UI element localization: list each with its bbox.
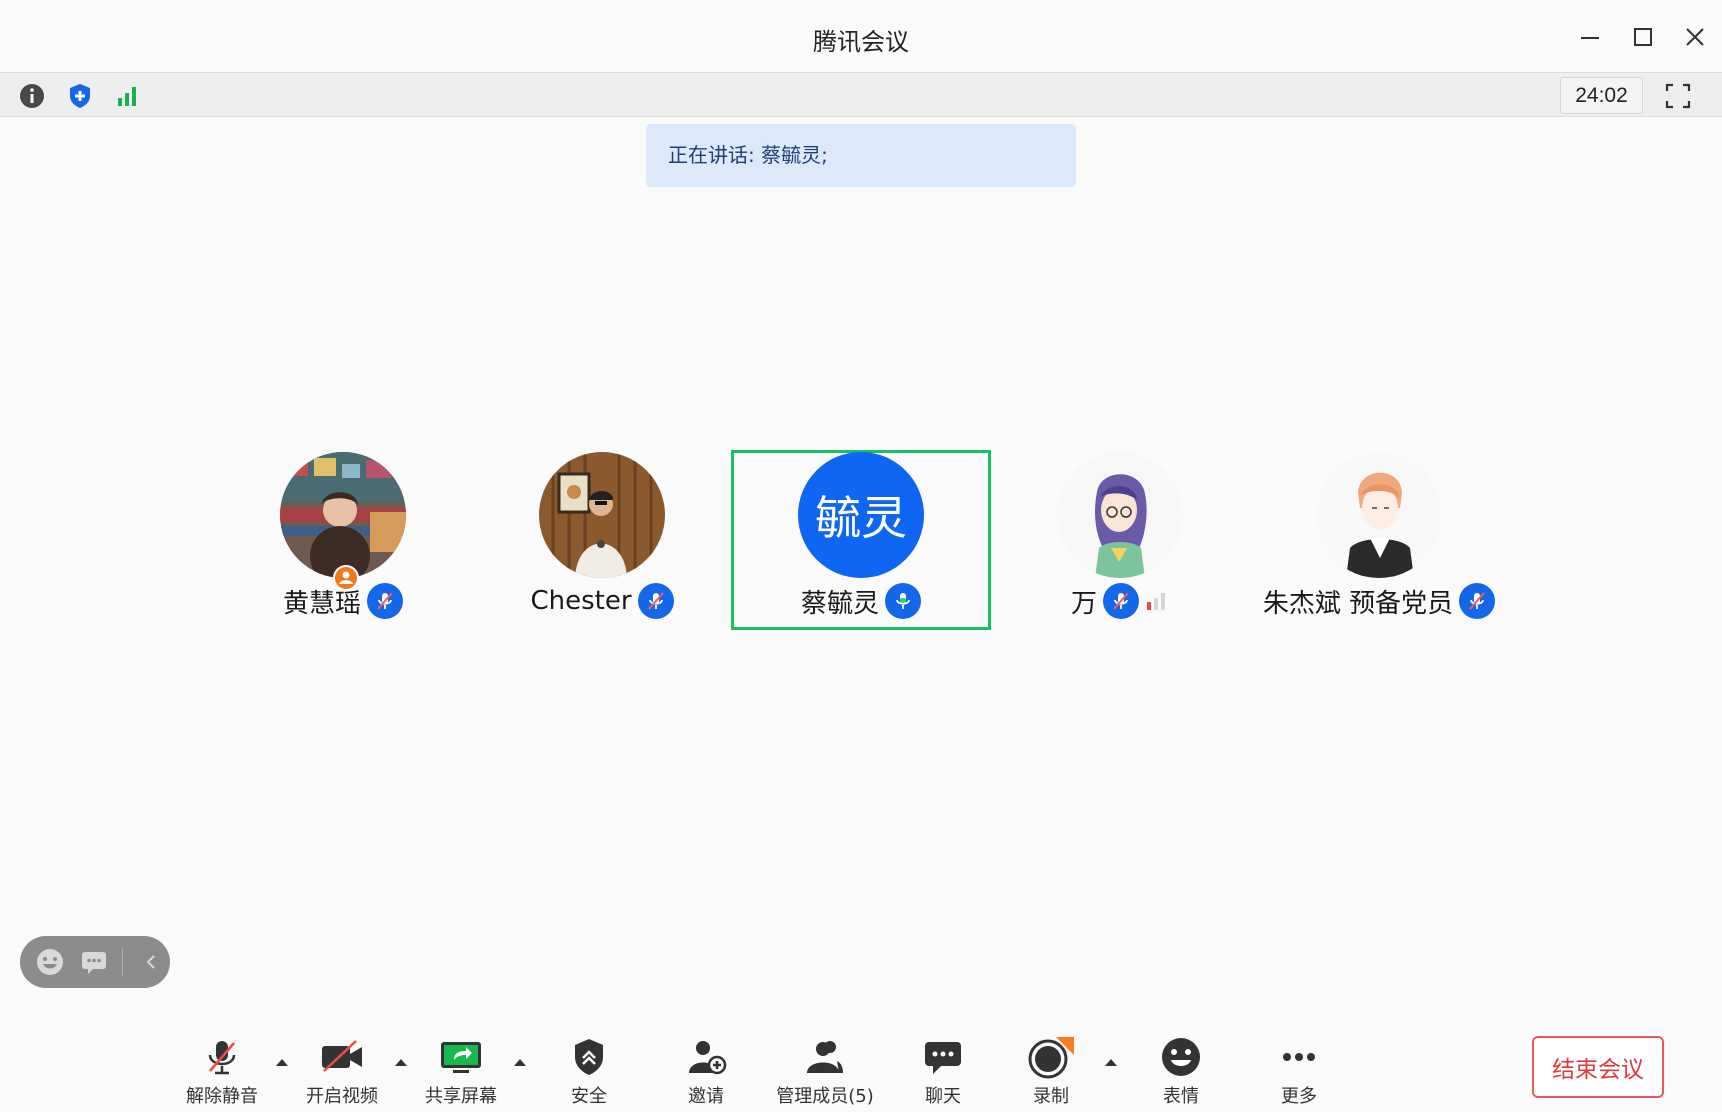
participant-tile-active[interactable]: 毓灵 蔡毓灵	[731, 450, 991, 630]
speaking-indicator: 正在讲话: 蔡毓灵;	[646, 124, 1076, 187]
window-title: 腾讯会议	[813, 28, 909, 56]
mic-muted-icon	[637, 583, 674, 619]
avatar	[1057, 452, 1183, 578]
info-icon	[20, 84, 44, 108]
unmute-button[interactable]: 解除静音	[162, 1034, 282, 1112]
start-video-label: 开启视频	[306, 1086, 378, 1107]
share-options-caret[interactable]	[510, 1054, 530, 1070]
more-button[interactable]: 更多	[1239, 1034, 1359, 1112]
share-screen-button[interactable]: 共享屏幕	[401, 1034, 521, 1112]
start-video-button[interactable]: 开启视频	[282, 1034, 402, 1112]
participant-name: 朱杰斌 预备党员	[1262, 588, 1454, 619]
security-status-button[interactable]	[64, 80, 96, 112]
participant-name: 黄慧瑶	[282, 588, 361, 619]
emoji-button[interactable]: 表情	[1121, 1034, 1241, 1112]
security-button[interactable]: 安全	[529, 1034, 649, 1112]
chevron-left-icon	[146, 955, 155, 969]
share-screen-icon	[441, 1042, 481, 1073]
maximize-button[interactable]	[1628, 22, 1658, 52]
collapse-button[interactable]	[135, 946, 167, 978]
user-photo-icon	[539, 452, 665, 578]
close-button[interactable]	[1680, 22, 1710, 52]
maximize-icon	[1634, 28, 1652, 46]
quick-emoji-button[interactable]	[34, 946, 66, 978]
mic-muted-icon	[367, 583, 403, 619]
shield-icon	[70, 84, 90, 108]
participant-tile[interactable]: 黄慧瑶	[213, 450, 473, 630]
record-options-caret[interactable]	[1101, 1054, 1121, 1070]
mic-off-icon	[208, 1041, 236, 1075]
members-icon	[807, 1041, 843, 1073]
participant-name-row: 万	[990, 580, 1250, 622]
minimize-button[interactable]	[1575, 22, 1605, 52]
participant-name-row: 蔡毓灵	[734, 580, 988, 622]
close-icon	[1686, 28, 1704, 46]
participant-name: 万	[1070, 588, 1097, 619]
chat-bubble-icon	[82, 952, 106, 974]
security-label: 安全	[571, 1086, 607, 1107]
quick-chat-button[interactable]	[78, 946, 110, 978]
manage-members-label: 管理成员(5)	[776, 1086, 874, 1107]
record-icon	[1028, 1037, 1074, 1079]
mic-speaking-icon	[885, 583, 921, 619]
chat-button[interactable]: 聊天	[883, 1034, 1003, 1112]
avatar: 毓灵	[798, 452, 924, 578]
invite-button[interactable]: 邀请	[646, 1034, 766, 1112]
more-dots-icon	[1283, 1053, 1315, 1061]
bottom-toolbar: 解除静音 开启视频 共享屏幕 安全 邀请 管理成员(5) 聊天 录制 表情 更多…	[0, 1020, 1722, 1112]
avatar	[539, 452, 665, 578]
invite-label: 邀请	[688, 1086, 724, 1107]
participant-name: 蔡毓灵	[800, 588, 879, 619]
participant-tile[interactable]: 朱杰斌 预备党员	[1249, 450, 1509, 630]
participant-tile[interactable]: Chester	[472, 450, 732, 630]
record-label: 录制	[1033, 1086, 1069, 1107]
avatar	[1316, 452, 1442, 578]
chat-icon	[925, 1042, 961, 1074]
meeting-info-button[interactable]	[16, 80, 48, 112]
avatar	[280, 452, 406, 578]
unmute-label: 解除静音	[186, 1086, 258, 1107]
shield-icon	[575, 1039, 603, 1075]
fullscreen-icon	[1665, 83, 1691, 109]
user-photo-icon	[1057, 452, 1183, 578]
video-off-icon	[322, 1040, 362, 1072]
chat-label: 聊天	[925, 1086, 961, 1107]
mic-muted-icon	[1459, 583, 1496, 619]
user-photo-icon	[280, 452, 406, 578]
participant-name-row: Chester	[472, 580, 732, 622]
caret-up-icon	[1105, 1059, 1117, 1066]
participant-tile[interactable]: 万	[990, 450, 1250, 630]
add-user-icon	[689, 1041, 727, 1075]
smile-icon	[37, 949, 63, 975]
fullscreen-button[interactable]	[1662, 80, 1694, 112]
emoji-label: 表情	[1163, 1086, 1199, 1107]
smile-icon	[1162, 1038, 1200, 1076]
participant-name: Chester	[530, 586, 632, 616]
participant-name-row: 朱杰斌 预备党员	[1249, 580, 1509, 622]
meeting-timer: 24:02	[1560, 77, 1643, 114]
minimize-icon	[1581, 37, 1599, 39]
meeting-info-bar: 24:02	[0, 72, 1722, 117]
mic-muted-icon	[1103, 583, 1139, 619]
caret-up-icon	[514, 1059, 526, 1066]
divider	[122, 948, 123, 976]
share-screen-label: 共享屏幕	[425, 1086, 497, 1107]
participant-name-row: 黄慧瑶	[213, 580, 473, 622]
weak-signal-icon	[1147, 593, 1165, 610]
more-label: 更多	[1281, 1086, 1317, 1107]
end-meeting-button[interactable]: 结束会议	[1532, 1036, 1664, 1098]
title-bar: 腾讯会议	[0, 0, 1722, 72]
network-status-button[interactable]	[112, 80, 144, 112]
record-button[interactable]: 录制	[991, 1034, 1111, 1112]
floating-reactions-bar	[20, 936, 170, 988]
signal-icon	[118, 87, 136, 106]
manage-members-button[interactable]: 管理成员(5)	[765, 1034, 885, 1112]
user-photo-icon	[1316, 452, 1442, 578]
